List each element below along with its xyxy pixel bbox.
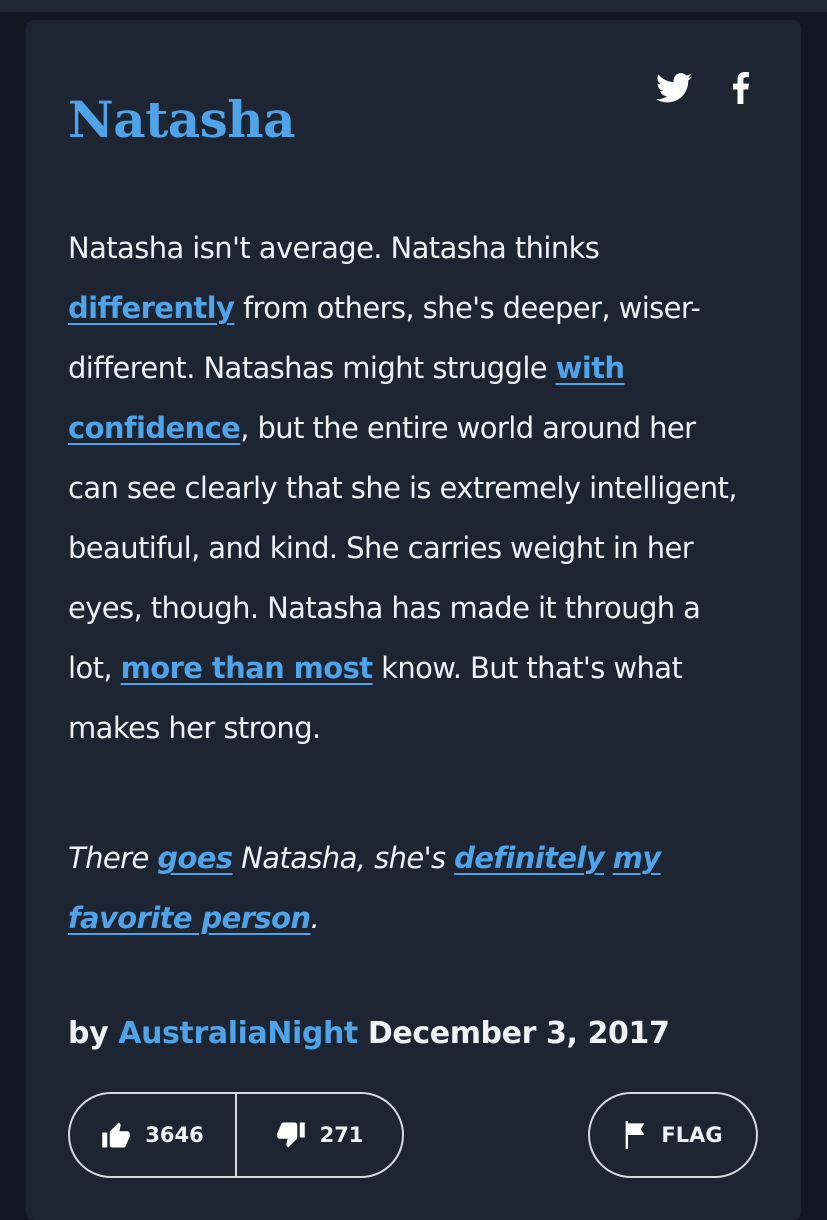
author-link[interactable]: AustraliaNight: [118, 1016, 358, 1051]
vote-buttons: 3646 271: [68, 1092, 404, 1178]
example-link[interactable]: definitely: [454, 841, 605, 875]
downvote-count: 271: [319, 1123, 364, 1147]
share-twitter-button[interactable]: [654, 68, 694, 108]
definition-link[interactable]: differently: [68, 291, 235, 325]
flag-label: FLAG: [661, 1123, 723, 1147]
example-segment: There: [68, 841, 158, 875]
by-label: by: [68, 1016, 109, 1051]
share-facebook-button[interactable]: [726, 68, 756, 108]
example-text: There goes Natasha, she's definitely my …: [68, 828, 748, 948]
definition-card: Natasha Natasha isn't average. Natasha t…: [26, 20, 801, 1220]
example-link[interactable]: favorite person: [68, 901, 311, 935]
upvote-button[interactable]: 3646: [70, 1094, 235, 1176]
thumbs-up-icon: [102, 1122, 131, 1148]
example-link[interactable]: my: [613, 841, 662, 875]
twitter-icon: [656, 73, 692, 103]
example-segment: Natasha, she's: [232, 841, 455, 875]
thumbs-down-icon: [276, 1122, 305, 1148]
word-title[interactable]: Natasha: [68, 90, 296, 149]
byline: by AustraliaNight December 3, 2017: [68, 1016, 670, 1051]
definition-segment: Natasha isn't average. Natasha thinks: [68, 231, 600, 265]
facebook-icon: [733, 72, 749, 104]
flag-icon: [626, 1121, 645, 1149]
post-date: December 3, 2017: [367, 1016, 670, 1051]
example-segment: [604, 841, 613, 875]
definition-text: Natasha isn't average. Natasha thinks di…: [68, 218, 748, 758]
top-bar: [0, 0, 827, 12]
flag-button[interactable]: FLAG: [588, 1092, 758, 1178]
definition-segment: , but the entire world around her can se…: [68, 411, 738, 685]
example-segment: .: [310, 901, 320, 935]
definition-link[interactable]: more than most: [121, 651, 374, 685]
upvote-count: 3646: [145, 1123, 204, 1147]
downvote-button[interactable]: 271: [237, 1094, 402, 1176]
example-link[interactable]: goes: [157, 841, 233, 875]
